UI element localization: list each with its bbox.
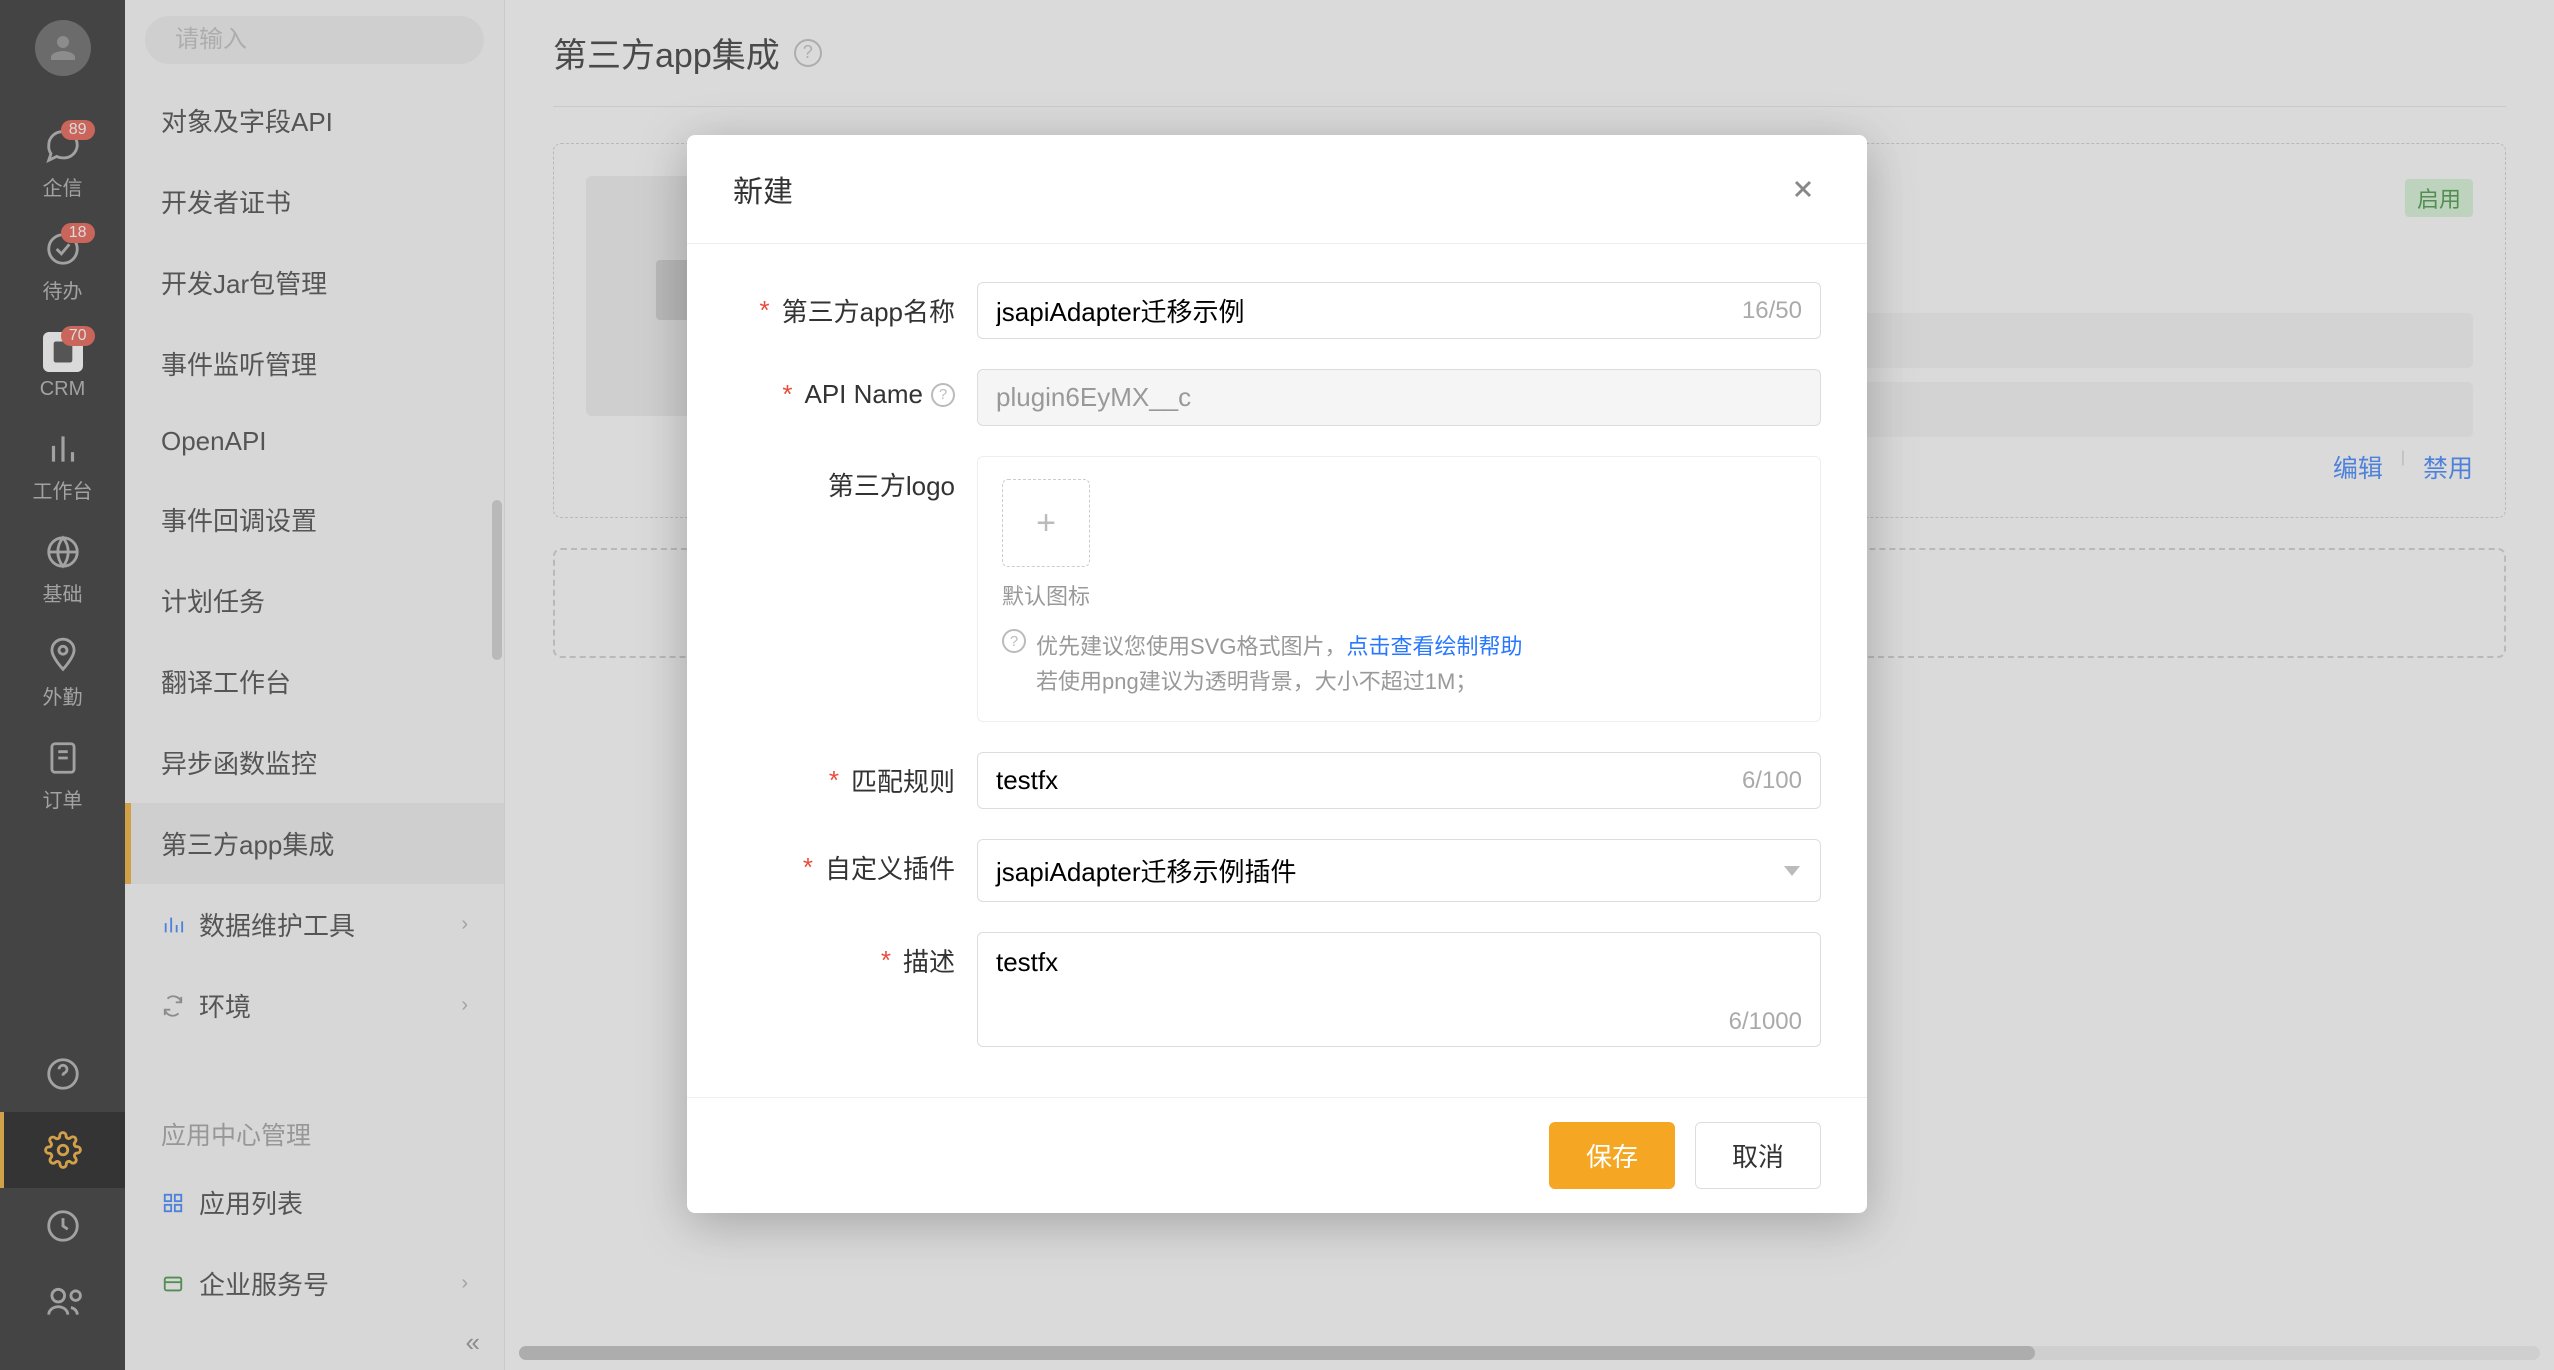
help-icon[interactable]: ?: [1002, 629, 1026, 653]
save-button[interactable]: 保存: [1549, 1122, 1675, 1189]
value-api-name: plugin6EyMX__c: [996, 382, 1191, 413]
upload-hint: 优先建议您使用SVG格式图片，点击查看绘制帮助 若使用png建议为透明背景，大小…: [1036, 629, 1522, 699]
textarea-desc-wrap[interactable]: 6/1000: [977, 932, 1821, 1047]
label-logo: 第三方logo: [828, 466, 955, 503]
close-icon: [1789, 175, 1817, 203]
input-rule[interactable]: [996, 765, 1742, 796]
modal-overlay: 新建 *第三方app名称 16/50 *API Name ? pl: [0, 0, 2554, 1370]
label-plugin: 自定义插件: [825, 849, 955, 886]
select-plugin[interactable]: jsapiAdapter迁移示例插件: [977, 839, 1821, 902]
counter-desc: 6/1000: [1729, 1008, 1802, 1036]
upload-button[interactable]: +: [1002, 479, 1090, 567]
help-icon[interactable]: ?: [931, 383, 955, 407]
upload-default-label: 默认图标: [1002, 579, 1796, 611]
upload-area: + 默认图标 ? 优先建议您使用SVG格式图片，点击查看绘制帮助 若使用png建…: [977, 456, 1821, 722]
counter-app-name: 16/50: [1742, 297, 1802, 325]
input-app-name[interactable]: [996, 295, 1742, 326]
counter-rule: 6/100: [1742, 767, 1802, 795]
textarea-desc[interactable]: [996, 947, 1802, 1027]
input-api-name-wrap: plugin6EyMX__c: [977, 369, 1821, 426]
label-desc: 描述: [903, 942, 955, 979]
cancel-button[interactable]: 取消: [1695, 1122, 1821, 1189]
input-rule-wrap[interactable]: 6/100: [977, 752, 1821, 809]
draw-help-link[interactable]: 点击查看绘制帮助: [1346, 634, 1522, 659]
label-api-name: API Name: [805, 379, 924, 410]
label-app-name: 第三方app名称: [782, 292, 955, 329]
input-app-name-wrap[interactable]: 16/50: [977, 282, 1821, 339]
select-plugin-value: jsapiAdapter迁移示例插件: [996, 852, 1297, 889]
modal-title: 新建: [733, 167, 1785, 211]
label-rule: 匹配规则: [851, 762, 955, 799]
close-button[interactable]: [1785, 171, 1821, 207]
create-modal: 新建 *第三方app名称 16/50 *API Name ? pl: [687, 135, 1867, 1213]
